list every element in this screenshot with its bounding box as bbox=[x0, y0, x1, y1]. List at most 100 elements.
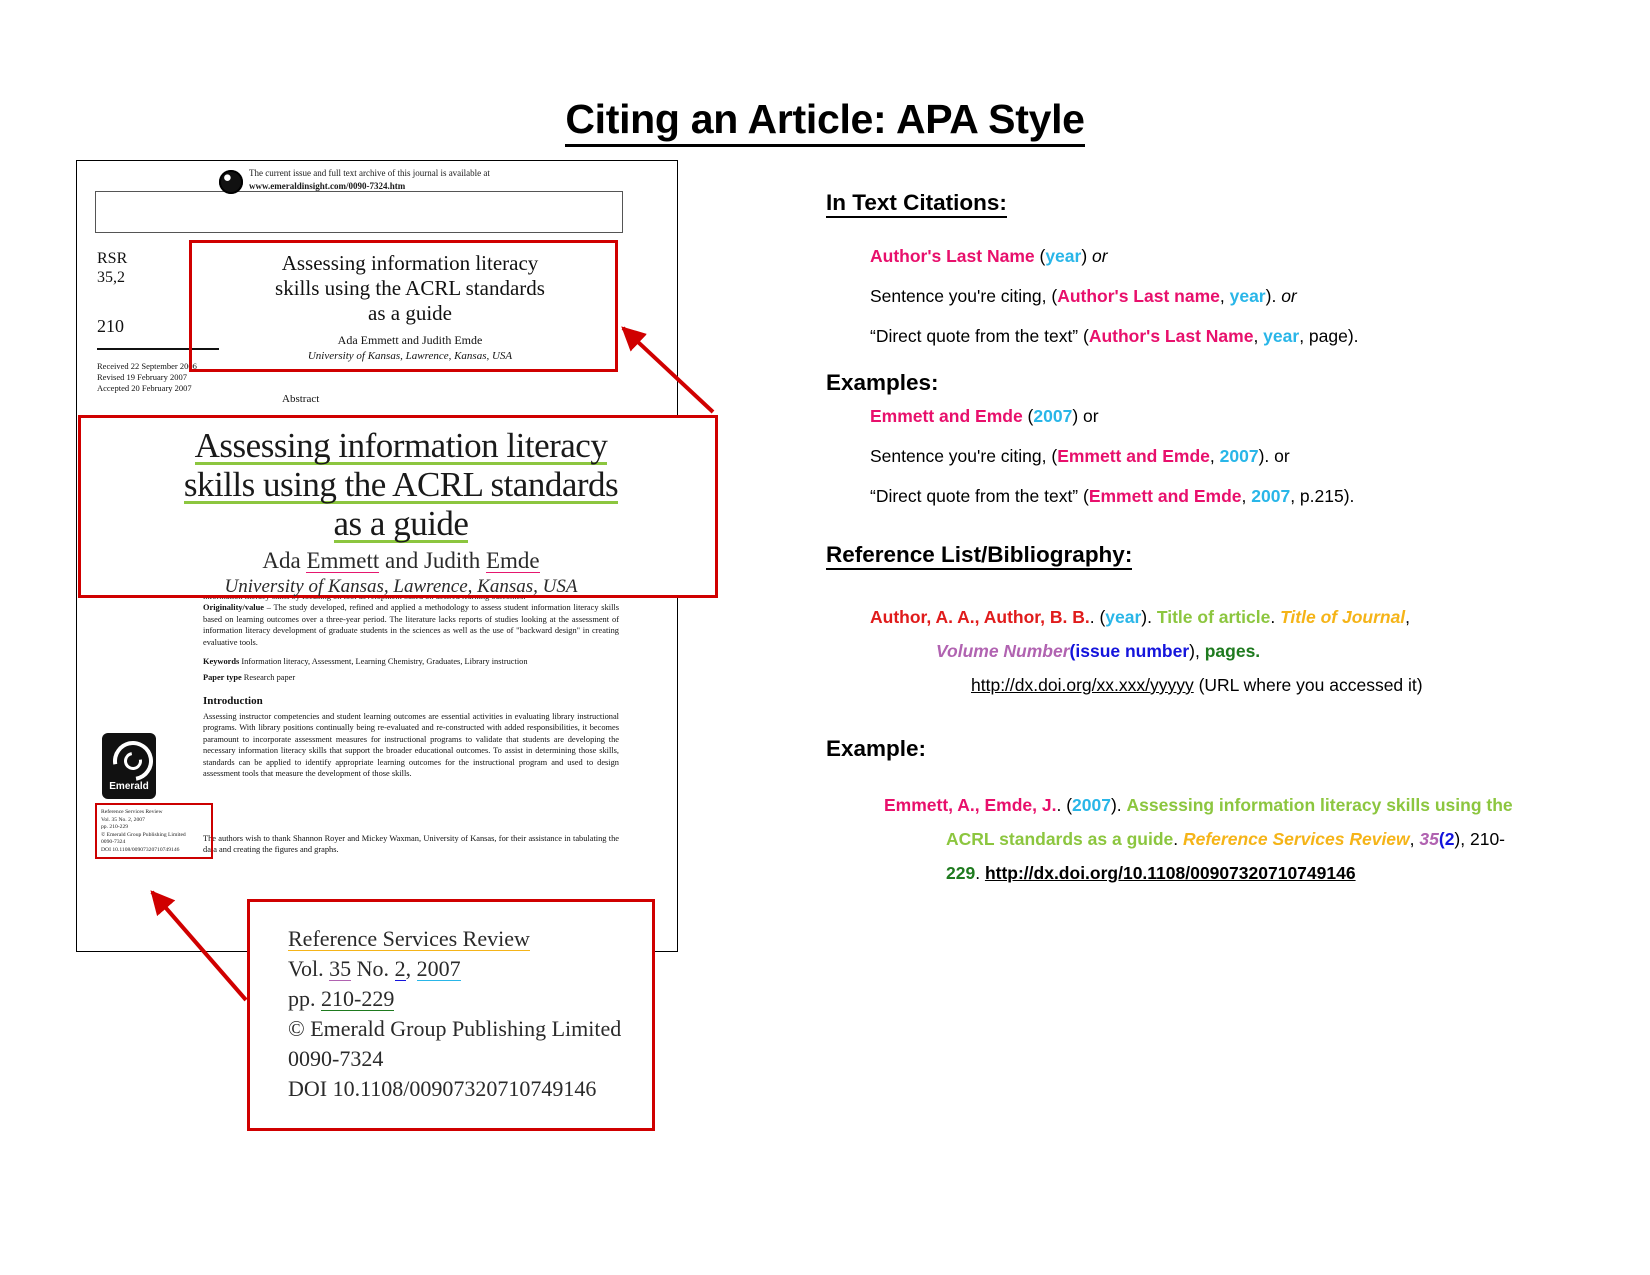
ref-pattern-year: year bbox=[1105, 607, 1141, 627]
callout-journal-title: Reference Services Review bbox=[288, 926, 530, 951]
ref-pattern-url[interactable]: http://dx.doi.org/xx.xxx/yyyyy bbox=[971, 675, 1194, 695]
page-title-text: Citing an Article: APA Style bbox=[565, 96, 1084, 147]
enlarged-authors: Ada Emmett and Judith Emde bbox=[81, 548, 721, 574]
callout-box-footer-enlarged: Reference Services Review Vol. 35 No. 2,… bbox=[247, 899, 655, 1131]
date-received: Received 22 September 2006 bbox=[97, 361, 197, 372]
paper-type-text: Research paper bbox=[242, 673, 295, 682]
in-text-citations-heading-text: In Text Citations: bbox=[826, 190, 1007, 218]
reference-list-heading-text: Reference List/Bibliography: bbox=[826, 542, 1132, 570]
ref-pattern-url-note: (URL where you accessed it) bbox=[1194, 675, 1423, 695]
introduction-body: Assessing instructor competencies and st… bbox=[203, 711, 619, 779]
example1-open: ( bbox=[1023, 406, 1034, 426]
page-number: 210 bbox=[97, 316, 124, 337]
reference-pattern-line-3: http://dx.doi.org/xx.xxx/yyyyy (URL wher… bbox=[826, 668, 1566, 702]
in-text-pattern-2: Sentence you're citing, (Author's Last n… bbox=[826, 276, 1566, 316]
pattern2-close: ). bbox=[1266, 286, 1282, 306]
in-text-pattern-3: “Direct quote from the text” (Author's L… bbox=[826, 316, 1566, 356]
author-last-name-2: Emde bbox=[486, 548, 540, 573]
reference-pattern-line-1: Author, A. A., Author, B. B.. (year). Ti… bbox=[826, 600, 1566, 634]
ref-pattern-volume: Volume Number bbox=[936, 641, 1070, 661]
example1-close: ) or bbox=[1072, 406, 1098, 426]
reference-example-line-1: Emmett, A., Emde, J.. (2007). Assessing … bbox=[826, 788, 1566, 822]
author-last-name-1: Emmett bbox=[306, 548, 379, 573]
ref-pattern-dot: . bbox=[1270, 607, 1280, 627]
pattern2-sep: , bbox=[1220, 286, 1230, 306]
originality-label: Originality/value bbox=[203, 603, 264, 612]
banner-line-2: www.emeraldinsight.com/0090-7324.htm bbox=[249, 181, 405, 191]
in-text-citations-heading: In Text Citations: bbox=[826, 190, 1566, 216]
introduction-heading: Introduction bbox=[203, 695, 263, 707]
example2-year: 2007 bbox=[1220, 446, 1259, 466]
examples-heading: Examples: bbox=[826, 370, 1566, 396]
ref-pattern-dot-open: . ( bbox=[1090, 607, 1106, 627]
example2-close: ). or bbox=[1259, 446, 1290, 466]
callout-issn: 0090-7324 bbox=[288, 1044, 621, 1074]
ref-pattern-pages: pages. bbox=[1205, 641, 1260, 661]
pattern3-year: year bbox=[1263, 326, 1299, 346]
ref-example-volume: 35 bbox=[1419, 829, 1438, 849]
reference-pattern-line-2: Volume Number(issue number), pages. bbox=[826, 634, 1566, 668]
pattern2-or: or bbox=[1281, 286, 1297, 306]
ref-example-doi-url[interactable]: http://dx.doi.org/10.1108/00907320710749… bbox=[985, 863, 1356, 883]
callout-box-title-small bbox=[189, 240, 618, 372]
ref-example-period: . bbox=[975, 863, 985, 883]
ref-example-journal: Reference Services Review bbox=[1183, 829, 1410, 849]
globe-icon bbox=[219, 170, 243, 194]
reference-example-line-2: ACRL standards as a guide. Reference Ser… bbox=[826, 822, 1566, 856]
ref-example-title-part2: ACRL standards as a guide bbox=[946, 829, 1173, 849]
ref-example-dot: . bbox=[1173, 829, 1183, 849]
callout-publisher: © Emerald Group Publishing Limited bbox=[288, 1014, 621, 1044]
pattern1-open: ( bbox=[1035, 246, 1046, 266]
callout-doi: DOI 10.1108/00907320710749146 bbox=[288, 1074, 621, 1104]
ref-example-title-part1: Assessing information literacy skills us… bbox=[1127, 795, 1513, 815]
example1-year: 2007 bbox=[1033, 406, 1072, 426]
emerald-logo: Emerald bbox=[102, 733, 156, 799]
callout-box-title-enlarged: Assessing information literacy skills us… bbox=[78, 415, 718, 598]
pattern2-lead: Sentence you're citing, ( bbox=[870, 286, 1057, 306]
keywords-label: Keywords bbox=[203, 657, 239, 666]
ref-example-authors: Emmett, A., Emde, J. bbox=[884, 795, 1056, 815]
originality-text: – The study developed, refined and appli… bbox=[203, 603, 619, 646]
banner-line-1: The current issue and full text archive … bbox=[249, 167, 490, 180]
journal-code-block: RSR 35,2 bbox=[97, 249, 127, 287]
pattern3-sep: , bbox=[1253, 326, 1263, 346]
emerald-wordmark: Emerald bbox=[102, 781, 156, 792]
vol-prefix: Vol. bbox=[288, 956, 329, 981]
no-prefix: No. bbox=[351, 956, 394, 981]
pp-prefix: pp. bbox=[288, 986, 321, 1011]
enlarged-title-line-2: skills using the ACRL standards bbox=[184, 465, 618, 504]
journal-code: RSR bbox=[97, 249, 127, 268]
reference-example-line-3: 229. http://dx.doi.org/10.1108/009073207… bbox=[826, 856, 1566, 890]
ref-pattern-issue: issue number bbox=[1075, 641, 1189, 661]
ref-example-comma: , bbox=[1410, 829, 1420, 849]
ref-example-dot-open: . ( bbox=[1056, 795, 1072, 815]
example1-author: Emmett and Emde bbox=[870, 406, 1023, 426]
ref-pattern-comma2: , bbox=[1195, 641, 1205, 661]
footer-highlight-box bbox=[95, 803, 213, 859]
pattern1-or: or bbox=[1092, 246, 1108, 266]
submission-dates: Received 22 September 2006 Revised 19 Fe… bbox=[97, 361, 197, 394]
enlarged-title-line-3: as a guide bbox=[334, 504, 469, 543]
reference-example-heading: Example: bbox=[826, 736, 1566, 762]
paper-type-label: Paper type bbox=[203, 673, 242, 682]
right-column: In Text Citations: Author's Last Name (y… bbox=[826, 190, 1566, 890]
ref-example-close-dot: ). bbox=[1111, 795, 1127, 815]
pattern2-author: Author's Last name bbox=[1057, 286, 1220, 306]
pattern3-author: Author's Last Name bbox=[1089, 326, 1254, 346]
ref-pattern-authors: Author, A. A., Author, B. B. bbox=[870, 607, 1090, 627]
enlarged-footer-citation: Reference Services Review Vol. 35 No. 2,… bbox=[288, 924, 621, 1104]
acknowledgement-body: The authors wish to thank Shannon Royer … bbox=[203, 833, 619, 856]
ref-example-issue: 2 bbox=[1445, 829, 1455, 849]
callout-pages: 210-229 bbox=[321, 986, 394, 1011]
example3-lead: “Direct quote from the text” ( bbox=[870, 486, 1089, 506]
emerald-availability-banner bbox=[95, 191, 623, 233]
example2-lead: Sentence you're citing, ( bbox=[870, 446, 1057, 466]
example-citation-2: Sentence you're citing, (Emmett and Emde… bbox=[826, 436, 1566, 476]
reference-list-heading: Reference List/Bibliography: bbox=[826, 542, 1566, 568]
banner-text: The current issue and full text archive … bbox=[249, 167, 490, 193]
paper-type-line: Paper type Research paper bbox=[203, 672, 619, 683]
pattern3-lead: “Direct quote from the text” ( bbox=[870, 326, 1089, 346]
callout-issue: 2 bbox=[395, 956, 406, 981]
pattern1-year: year bbox=[1045, 246, 1081, 266]
enlarged-affiliation: University of Kansas, Lawrence, Kansas, … bbox=[81, 576, 721, 598]
